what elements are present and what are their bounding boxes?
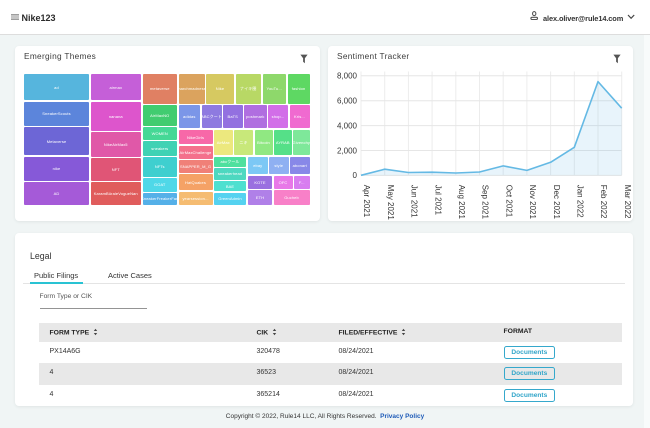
svg-text:Mar 2022: Mar 2022 bbox=[623, 185, 632, 219]
svg-text:Nov 2021: Nov 2021 bbox=[528, 185, 537, 220]
svg-text:Sep 2021: Sep 2021 bbox=[481, 185, 490, 220]
svg-text:May 2021: May 2021 bbox=[386, 185, 395, 221]
svg-text:Jul 2021: Jul 2021 bbox=[433, 185, 442, 216]
svg-text:6,000: 6,000 bbox=[337, 97, 358, 106]
svg-text:Apr 2021: Apr 2021 bbox=[362, 185, 371, 218]
svg-text:Aug 2021: Aug 2021 bbox=[457, 185, 466, 220]
svg-text:Dec 2021: Dec 2021 bbox=[552, 185, 561, 220]
svg-text:Jan 2022: Jan 2022 bbox=[576, 185, 585, 218]
svg-text:Oct 2021: Oct 2021 bbox=[504, 185, 513, 218]
svg-text:0: 0 bbox=[353, 171, 358, 180]
svg-text:2,000: 2,000 bbox=[337, 146, 358, 155]
svg-text:Jun 2021: Jun 2021 bbox=[410, 185, 419, 218]
svg-text:Feb 2022: Feb 2022 bbox=[599, 185, 608, 219]
svg-text:4,000: 4,000 bbox=[337, 121, 358, 130]
svg-text:8,000: 8,000 bbox=[337, 72, 358, 81]
